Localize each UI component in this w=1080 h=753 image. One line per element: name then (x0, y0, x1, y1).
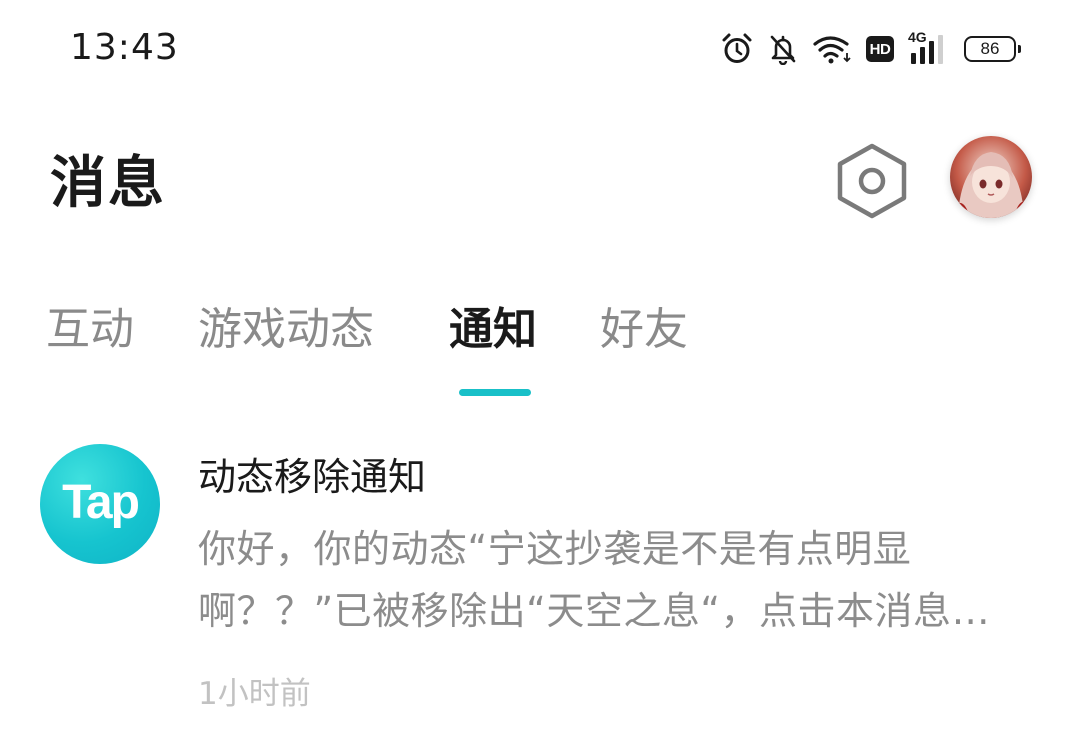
notification-item[interactable]: Tap 动态移除通知 你好，你的动态“宁这抄袭是不是有点明显啊？？”已被移除出“… (0, 436, 1080, 736)
signal-icon: 4G (908, 29, 950, 65)
notification-title: 动态移除通知 (198, 455, 427, 499)
battery-icon: 86 (964, 36, 1021, 62)
status-bar: 13:43 HD 4G 86 (0, 0, 1080, 96)
taptap-logo: Tap (40, 444, 160, 564)
tab-game-activity[interactable]: 游戏动态 (198, 300, 374, 360)
notification-time: 1小时前 (198, 676, 311, 712)
hd-icon: HD (866, 36, 894, 62)
tab-friends[interactable]: 好友 (600, 300, 688, 360)
status-time: 13:43 (70, 27, 179, 68)
notification-body: 你好，你的动态“宁这抄袭是不是有点明显啊？？”已被移除出“天空之息“，点击本消息… (198, 527, 991, 633)
avatar[interactable] (950, 136, 1032, 218)
tab-interaction[interactable]: 互动 (46, 300, 134, 360)
wifi-icon (812, 34, 852, 64)
active-tab-indicator (459, 389, 531, 396)
settings-button[interactable] (834, 140, 910, 220)
alarm-icon (720, 32, 754, 66)
status-icons: HD 4G 86 (720, 29, 1021, 68)
logo-text: Tap (62, 475, 140, 529)
settings-icon (837, 143, 907, 219)
tab-notifications[interactable]: 通知 (449, 300, 537, 360)
bell-off-icon (768, 33, 798, 65)
page-title: 消息 (50, 151, 166, 216)
